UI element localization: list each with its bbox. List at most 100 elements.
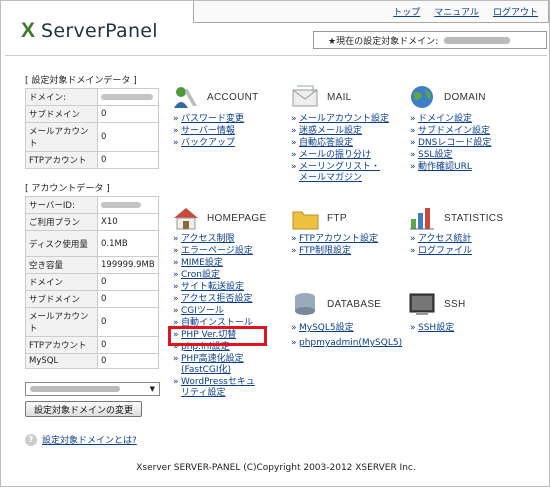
category-domain: DOMAIN bbox=[408, 84, 486, 110]
link-ssl-settings[interactable]: SSL設定 bbox=[410, 150, 491, 161]
link-mail-filter[interactable]: メールの振り分け bbox=[291, 150, 389, 161]
row-key: ディスク使用量 bbox=[25, 230, 98, 257]
table-row: ドメイン 0 bbox=[25, 273, 159, 291]
row-key: サブドメイン bbox=[25, 290, 98, 308]
category-ftp: FTP bbox=[291, 205, 347, 231]
table-row: サーバーID: bbox=[25, 196, 159, 214]
table-row: サブドメイン 0 bbox=[25, 105, 159, 123]
link-backup[interactable]: バックアップ bbox=[173, 138, 244, 149]
domain-select-value-redacted bbox=[30, 386, 120, 392]
change-domain-button[interactable]: 設定対象ドメインの変更 bbox=[25, 401, 142, 417]
category-database: DATABASE bbox=[291, 291, 381, 317]
category-label: ACCOUNT bbox=[207, 91, 259, 103]
row-value bbox=[97, 196, 159, 214]
link-access-stats[interactable]: アクセス統計 bbox=[410, 234, 472, 245]
domain-select[interactable]: ▼ bbox=[25, 382, 160, 396]
link-phpmyadmin[interactable]: phpmyadmin(MySQL5) bbox=[291, 338, 402, 349]
row-value: 0 bbox=[97, 105, 159, 123]
table-row: FTPアカウント 0 bbox=[25, 336, 159, 354]
domain-data-table: ドメイン: サブドメイン 0 メールアカウント 0 FTPアカウント 0 bbox=[25, 88, 159, 169]
row-key: メールアカウント bbox=[25, 307, 98, 337]
table-row: ご利用プラン X10 bbox=[25, 213, 159, 231]
link-auto-reply[interactable]: 自動応答設定 bbox=[291, 138, 389, 149]
row-value: 0 bbox=[97, 273, 159, 291]
link-access-deny[interactable]: アクセス拒否設定 bbox=[173, 294, 261, 305]
row-key: ドメイン: bbox=[25, 88, 98, 106]
domain-links: ドメイン設定 サブドメイン設定 DNSレコード設定 SSL設定 動作確認URL bbox=[410, 114, 491, 173]
category-mail: MAIL bbox=[291, 84, 352, 110]
help-row: ? 設定対象ドメインとは? bbox=[25, 433, 137, 446]
link-access-restriction[interactable]: アクセス制限 bbox=[173, 234, 261, 245]
row-value: 0 bbox=[97, 353, 159, 369]
nav-top-link[interactable]: トップ bbox=[393, 5, 420, 18]
link-site-redirect[interactable]: サイト転送設定 bbox=[173, 282, 261, 293]
nav-manual-link[interactable]: マニュアル bbox=[434, 5, 479, 18]
account-data-table: サーバーID: ご利用プラン X10 ディスク使用量 0.1MB 空き容量 19999… bbox=[25, 196, 159, 369]
globe-icon bbox=[411, 86, 433, 108]
row-key: FTPアカウント bbox=[25, 336, 98, 354]
mail-links: メールアカウント設定 迷惑メール設定 自動応答設定 メールの振り分け メーリング… bbox=[291, 114, 389, 184]
nav-logout-link[interactable]: ログアウト bbox=[493, 5, 538, 18]
link-mail-account[interactable]: メールアカウント設定 bbox=[291, 114, 389, 125]
category-label: SSH bbox=[444, 298, 466, 310]
link-mime-settings[interactable]: MIME設定 bbox=[173, 258, 261, 269]
link-password-change[interactable]: パスワード変更 bbox=[173, 114, 244, 125]
server-id-redacted bbox=[101, 201, 141, 208]
left-sidebar: [ 設定対象ドメインデータ ] ドメイン: サブドメイン 0 メールアカウント 0 … bbox=[25, 73, 159, 369]
highlight-box bbox=[168, 326, 267, 346]
current-domain-label: ★現在の設定対象ドメイン: bbox=[328, 36, 439, 47]
account-data-title: [ アカウントデータ ] bbox=[25, 184, 110, 194]
link-subdomain-settings[interactable]: サブドメイン設定 bbox=[410, 126, 491, 137]
category-account: ACCOUNT bbox=[171, 84, 259, 110]
database-icon bbox=[295, 293, 315, 315]
category-label: DOMAIN bbox=[444, 91, 486, 103]
row-value: 0.1MB bbox=[97, 230, 159, 257]
link-cgi-tools[interactable]: CGIツール bbox=[173, 306, 261, 317]
ssh-links: SSH設定 bbox=[410, 323, 454, 334]
link-dns-record[interactable]: DNSレコード設定 bbox=[410, 138, 491, 149]
link-mysql5-settings[interactable]: MySQL5設定 bbox=[291, 323, 402, 334]
current-domain-box: ★現在の設定対象ドメイン: bbox=[313, 31, 547, 49]
category-homepage: HOMEPAGE bbox=[171, 205, 266, 231]
database-links: MySQL5設定 phpmyadmin(MySQL5) bbox=[291, 323, 402, 349]
link-php-fastcgi[interactable]: PHP高速化設定(FastCGI化) bbox=[173, 354, 261, 376]
link-domain-settings[interactable]: ドメイン設定 bbox=[410, 114, 491, 125]
current-domain-value-redacted bbox=[444, 36, 511, 44]
header-divider bbox=[5, 55, 547, 56]
link-log-files[interactable]: ログファイル bbox=[410, 246, 472, 257]
help-link[interactable]: 設定対象ドメインとは? bbox=[42, 433, 137, 446]
row-key: サブドメイン bbox=[25, 105, 98, 123]
table-row: ドメイン: bbox=[25, 88, 159, 106]
link-wordpress-security[interactable]: WordPressセキュリティ設定 bbox=[173, 377, 261, 399]
category-label: HOMEPAGE bbox=[207, 212, 267, 224]
link-test-url[interactable]: 動作確認URL bbox=[410, 162, 491, 173]
logo-text: ServerPanel bbox=[41, 20, 158, 42]
statistics-links: アクセス統計 ログファイル bbox=[410, 234, 472, 257]
link-error-page[interactable]: エラーページ設定 bbox=[173, 246, 261, 257]
category-label: MAIL bbox=[327, 91, 352, 103]
link-ftp-restriction[interactable]: FTP制限設定 bbox=[291, 246, 378, 257]
link-mailing-list[interactable]: メーリングリスト・メールマガジン bbox=[291, 162, 381, 184]
bar-chart-icon bbox=[410, 208, 434, 230]
link-spam-settings[interactable]: 迷惑メール設定 bbox=[291, 126, 389, 137]
terminal-icon bbox=[409, 293, 435, 315]
logo[interactable]: X ServerPanel bbox=[21, 19, 158, 43]
category-statistics: STATISTICS bbox=[408, 205, 503, 231]
panel-frame: X ServerPanel トップ マニュアル ログアウト ★現在の設定対象ドメ… bbox=[0, 0, 550, 487]
table-row: MySQL 0 bbox=[25, 353, 159, 369]
link-server-info[interactable]: サーバー情報 bbox=[173, 126, 244, 137]
link-ssh-settings[interactable]: SSH設定 bbox=[410, 323, 454, 334]
table-row: サブドメイン 0 bbox=[25, 290, 159, 308]
table-row: 空き容量 199999.9MB bbox=[25, 256, 159, 274]
account-icon bbox=[174, 87, 197, 108]
mail-icon bbox=[292, 85, 318, 107]
row-value: 0 bbox=[97, 290, 159, 308]
link-ftp-account[interactable]: FTPアカウント設定 bbox=[291, 234, 378, 245]
row-key: ドメイン bbox=[25, 273, 98, 291]
row-key: 空き容量 bbox=[25, 256, 98, 274]
category-label: FTP bbox=[327, 212, 347, 224]
link-cron-settings[interactable]: Cron設定 bbox=[173, 270, 261, 281]
homepage-links: アクセス制限 エラーページ設定 MIME設定 Cron設定 サイト転送設定 アク… bbox=[173, 234, 261, 399]
category-ssh: SSH bbox=[408, 291, 465, 317]
row-value: 199999.9MB bbox=[97, 256, 159, 274]
